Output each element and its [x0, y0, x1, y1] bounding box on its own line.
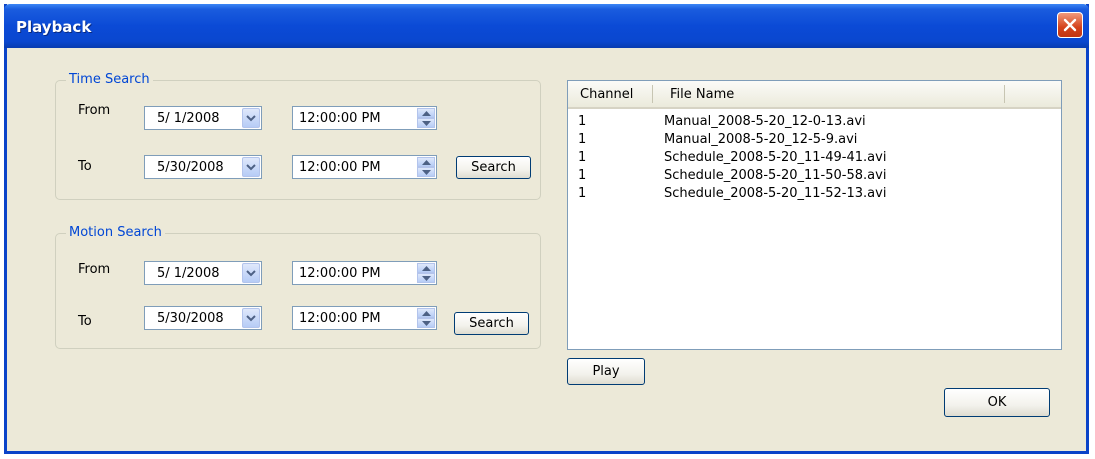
- motion-to-date-picker[interactable]: 5/30/2008: [144, 306, 262, 330]
- close-icon: [1063, 18, 1077, 32]
- time-to-time-value: 12:00:00 PM: [299, 160, 381, 175]
- file-name-cell: Manual_2008-5-20_12-0-13.avi: [664, 114, 866, 129]
- motion-from-date-picker[interactable]: 5/ 1/2008: [144, 261, 262, 285]
- file-name-cell: Manual_2008-5-20_12-5-9.avi: [664, 132, 858, 147]
- spin-up-button[interactable]: [417, 108, 435, 118]
- channel-cell: 1: [578, 114, 587, 129]
- time-from-label: From: [78, 103, 111, 118]
- time-search-legend: Time Search: [66, 72, 153, 87]
- table-row[interactable]: 1 Schedule_2008-5-20_11-49-41.avi: [568, 150, 1061, 166]
- column-header-channel[interactable]: Channel: [580, 87, 633, 102]
- playback-dialog: Playback Time Search From 5/ 1/2008 12:0…: [4, 4, 1089, 454]
- time-to-label: To: [78, 159, 92, 174]
- ok-button[interactable]: OK: [944, 388, 1050, 417]
- motion-to-time-field[interactable]: 12:00:00 PM: [292, 306, 437, 330]
- motion-search-button[interactable]: Search: [454, 312, 529, 335]
- table-row[interactable]: 1 Manual_2008-5-20_12-5-9.avi: [568, 132, 1061, 148]
- time-from-date-value: 5/ 1/2008: [157, 111, 220, 126]
- time-search-button-label: Search: [471, 160, 516, 175]
- chevron-down-icon: [246, 270, 256, 277]
- time-to-time-spinner[interactable]: [417, 157, 435, 177]
- motion-to-label: To: [78, 314, 92, 329]
- table-row[interactable]: 1 Schedule_2008-5-20_11-52-13.avi: [568, 186, 1061, 202]
- table-row[interactable]: 1 Schedule_2008-5-20_11-50-58.avi: [568, 168, 1061, 184]
- channel-cell: 1: [578, 168, 587, 183]
- motion-search-group: Motion Search From 5/ 1/2008 12:00:00 PM…: [55, 225, 541, 349]
- file-list[interactable]: Channel File Name 1 Manual_2008-5-20_12-…: [567, 80, 1062, 350]
- time-search-group: Time Search From 5/ 1/2008 12:00:00 PM T…: [55, 72, 541, 200]
- motion-to-time-spinner[interactable]: [417, 308, 435, 328]
- spin-down-button[interactable]: [417, 273, 435, 283]
- channel-cell: 1: [578, 132, 587, 147]
- caret-down-icon: [422, 170, 431, 175]
- motion-from-time-spinner[interactable]: [417, 263, 435, 283]
- time-from-date-picker[interactable]: 5/ 1/2008: [144, 106, 262, 130]
- window-title: Playback: [16, 18, 92, 36]
- time-to-date-picker[interactable]: 5/30/2008: [144, 155, 262, 179]
- motion-to-date-dropdown-button[interactable]: [242, 308, 260, 328]
- file-name-cell: Schedule_2008-5-20_11-50-58.avi: [664, 168, 887, 183]
- time-from-time-spinner[interactable]: [417, 108, 435, 128]
- motion-from-date-dropdown-button[interactable]: [242, 263, 260, 283]
- motion-from-time-value: 12:00:00 PM: [299, 266, 381, 281]
- play-button-label: Play: [592, 364, 620, 379]
- caret-up-icon: [422, 111, 431, 116]
- file-name-cell: Schedule_2008-5-20_11-52-13.avi: [664, 186, 887, 201]
- motion-from-label: From: [78, 262, 111, 277]
- spin-up-button[interactable]: [417, 157, 435, 167]
- title-bar[interactable]: Playback: [4, 4, 1089, 48]
- column-separator[interactable]: [1004, 85, 1005, 103]
- column-header-file-name[interactable]: File Name: [670, 87, 734, 102]
- time-to-time-field[interactable]: 12:00:00 PM: [292, 155, 437, 179]
- caret-down-icon: [422, 276, 431, 281]
- time-search-button[interactable]: Search: [456, 156, 531, 179]
- motion-to-date-value: 5/30/2008: [157, 311, 224, 326]
- channel-cell: 1: [578, 150, 587, 165]
- table-row[interactable]: 1 Manual_2008-5-20_12-0-13.avi: [568, 114, 1061, 130]
- close-button[interactable]: [1057, 12, 1083, 38]
- caret-up-icon: [422, 266, 431, 271]
- file-list-header: Channel File Name: [568, 81, 1061, 109]
- motion-from-time-field[interactable]: 12:00:00 PM: [292, 261, 437, 285]
- caret-down-icon: [422, 321, 431, 326]
- time-from-date-dropdown-button[interactable]: [242, 108, 260, 128]
- time-from-time-field[interactable]: 12:00:00 PM: [292, 106, 437, 130]
- column-separator[interactable]: [652, 85, 653, 103]
- play-button[interactable]: Play: [567, 358, 645, 385]
- time-to-date-dropdown-button[interactable]: [242, 157, 260, 177]
- chevron-down-icon: [246, 315, 256, 322]
- spin-down-button[interactable]: [417, 118, 435, 128]
- chevron-down-icon: [246, 164, 256, 171]
- ok-button-label: OK: [987, 395, 1007, 410]
- spin-up-button[interactable]: [417, 308, 435, 318]
- spin-up-button[interactable]: [417, 263, 435, 273]
- chevron-down-icon: [246, 115, 256, 122]
- channel-cell: 1: [578, 186, 587, 201]
- time-to-date-value: 5/30/2008: [157, 160, 224, 175]
- motion-search-legend: Motion Search: [66, 225, 165, 240]
- time-from-time-value: 12:00:00 PM: [299, 111, 381, 126]
- motion-from-date-value: 5/ 1/2008: [157, 266, 220, 281]
- motion-to-time-value: 12:00:00 PM: [299, 311, 381, 326]
- file-name-cell: Schedule_2008-5-20_11-49-41.avi: [664, 150, 887, 165]
- caret-down-icon: [422, 121, 431, 126]
- spin-down-button[interactable]: [417, 167, 435, 177]
- spin-down-button[interactable]: [417, 318, 435, 328]
- caret-up-icon: [422, 311, 431, 316]
- motion-search-button-label: Search: [469, 316, 514, 331]
- caret-up-icon: [422, 160, 431, 165]
